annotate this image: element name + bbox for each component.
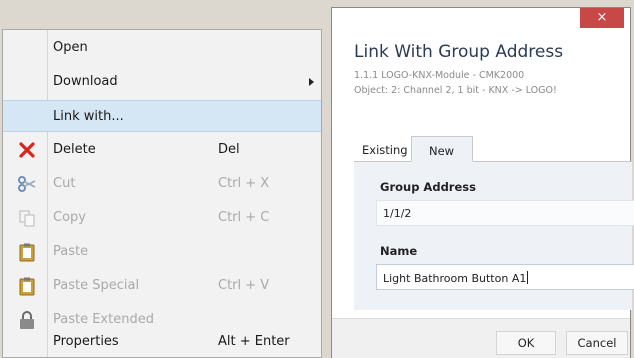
- clipboard-icon: [17, 242, 37, 262]
- group-address-label: Group Address: [380, 180, 476, 194]
- menu-item-shortcut: Ctrl + X: [218, 176, 270, 191]
- menu-item-label: Paste: [53, 244, 89, 259]
- menu-item-label: Open: [53, 40, 88, 55]
- menu-item-cut[interactable]: Cut Ctrl + X: [3, 168, 321, 200]
- menu-item-open[interactable]: Open: [3, 32, 321, 64]
- dialog-title: Link With Group Address: [354, 42, 564, 62]
- menu-item-shortcut: Del: [218, 142, 240, 157]
- submenu-arrow-icon: [309, 78, 314, 86]
- menu-item-label: Cut: [53, 176, 76, 191]
- menu-item-shortcut: Ctrl + C: [218, 210, 270, 225]
- text-caret: [527, 271, 529, 284]
- dialog-button-bar: OK Cancel: [332, 318, 630, 358]
- menu-item-properties[interactable]: Properties Alt + Enter: [3, 326, 321, 358]
- menu-item-label: Delete: [53, 142, 96, 157]
- context-menu: Open Download Link with... Delete Del Cu…: [2, 29, 322, 358]
- tab-new[interactable]: New: [411, 136, 473, 162]
- name-label: Name: [380, 244, 418, 258]
- menu-item-link-with[interactable]: Link with...: [3, 100, 321, 132]
- menu-item-paste-special[interactable]: Paste Special Ctrl + V: [3, 270, 321, 302]
- group-address-field[interactable]: 1/1/2: [376, 200, 634, 226]
- menu-item-label: Link with...: [53, 109, 124, 124]
- dialog-subtitle-device: 1.1.1 LOGO-KNX-Module - CMK2000: [354, 70, 525, 81]
- menu-item-label: Copy: [53, 210, 86, 225]
- ok-button[interactable]: OK: [496, 331, 556, 355]
- menu-item-label: Properties: [53, 334, 119, 349]
- tab-existing[interactable]: Existing: [354, 136, 410, 162]
- group-address-value: 1/1/2: [383, 207, 412, 220]
- menu-item-shortcut: Ctrl + V: [218, 278, 270, 293]
- link-group-address-dialog: × Link With Group Address 1.1.1 LOGO-KNX…: [331, 7, 634, 358]
- menu-item-copy[interactable]: Copy Ctrl + C: [3, 202, 321, 234]
- menu-item-delete[interactable]: Delete Del: [3, 134, 321, 166]
- copy-icon: [17, 208, 37, 228]
- name-field[interactable]: Light Bathroom Button A1: [376, 264, 634, 290]
- cancel-button[interactable]: Cancel: [566, 331, 628, 355]
- tab-strip: Existing New: [354, 136, 632, 162]
- dialog-subtitle-object: Object: 2: Channel 2, 1 bit - KNX -> LOG…: [354, 85, 557, 96]
- scissors-icon: [17, 174, 37, 194]
- delete-x-icon: [17, 140, 37, 160]
- menu-item-label: Download: [53, 74, 118, 89]
- menu-item-label: Paste Extended: [53, 312, 154, 327]
- menu-item-label: Paste Special: [53, 278, 140, 293]
- menu-item-shortcut: Alt + Enter: [218, 334, 290, 349]
- close-button[interactable]: ×: [580, 8, 624, 28]
- clipboard-icon: [17, 276, 37, 296]
- name-value: Light Bathroom Button A1: [383, 272, 527, 285]
- menu-item-download[interactable]: Download: [3, 66, 321, 98]
- menu-item-paste[interactable]: Paste: [3, 236, 321, 268]
- tab-panel-new: Group Address 1/1/2 Name Light Bathroom …: [354, 162, 634, 310]
